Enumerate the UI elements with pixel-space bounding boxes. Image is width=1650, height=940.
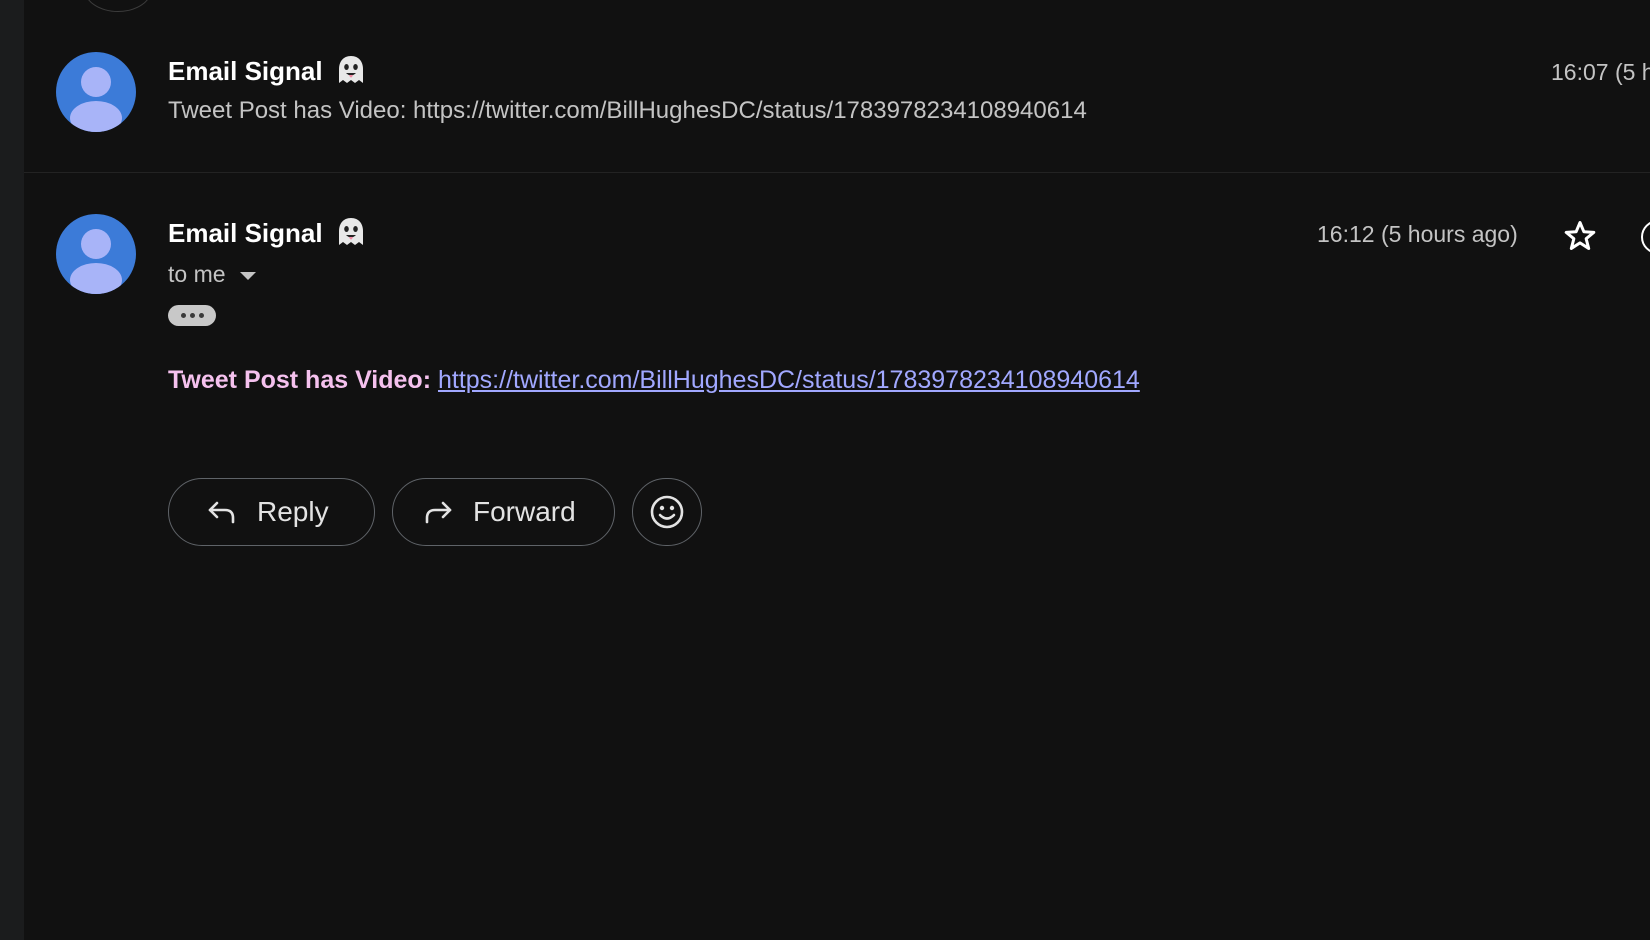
recipient-details-toggle[interactable]: to me [168,261,256,288]
smiley-icon [650,495,684,529]
star-icon[interactable] [1562,218,1598,254]
emoji-reaction-icon[interactable] [1641,220,1650,254]
tweet-link[interactable]: https://twitter.com/BillHughesDC/status/… [438,366,1140,394]
reply-icon [208,501,235,524]
sender-label: Email Signal [168,56,323,86]
left-rail [0,0,24,940]
message-snippet: Tweet Post has Video: https://twitter.co… [168,97,1087,124]
forward-button[interactable]: Forward [392,478,615,546]
reply-label: Reply [257,496,329,527]
body-label: Tweet Post has Video: [168,366,432,394]
email-thread: Email Signal Tweet Post has Video: https… [24,0,1650,940]
previous-message-avatar-edge [84,0,152,12]
show-trimmed-content-button[interactable] [168,305,216,326]
forward-icon [425,501,452,524]
recipient-label: to me [168,261,226,287]
reply-button[interactable]: Reply [168,478,375,546]
forward-label: Forward [473,496,576,527]
avatar[interactable] [56,214,136,294]
avatar[interactable] [56,52,136,132]
sender-name[interactable]: Email Signal [168,216,366,249]
ghost-icon [338,56,363,83]
chevron-down-icon [239,271,256,280]
message-time: 16:12 (5 hours ago) [1317,221,1518,247]
message-time: 16:07 (5 h [1551,59,1650,85]
add-reaction-button[interactable] [632,478,702,546]
ghost-icon [338,218,363,245]
sender-name: Email Signal [168,54,366,87]
sender-label: Email Signal [168,218,323,248]
message-divider [24,172,1650,173]
message-body: Tweet Post has Video: https://twitter.co… [168,366,1140,395]
